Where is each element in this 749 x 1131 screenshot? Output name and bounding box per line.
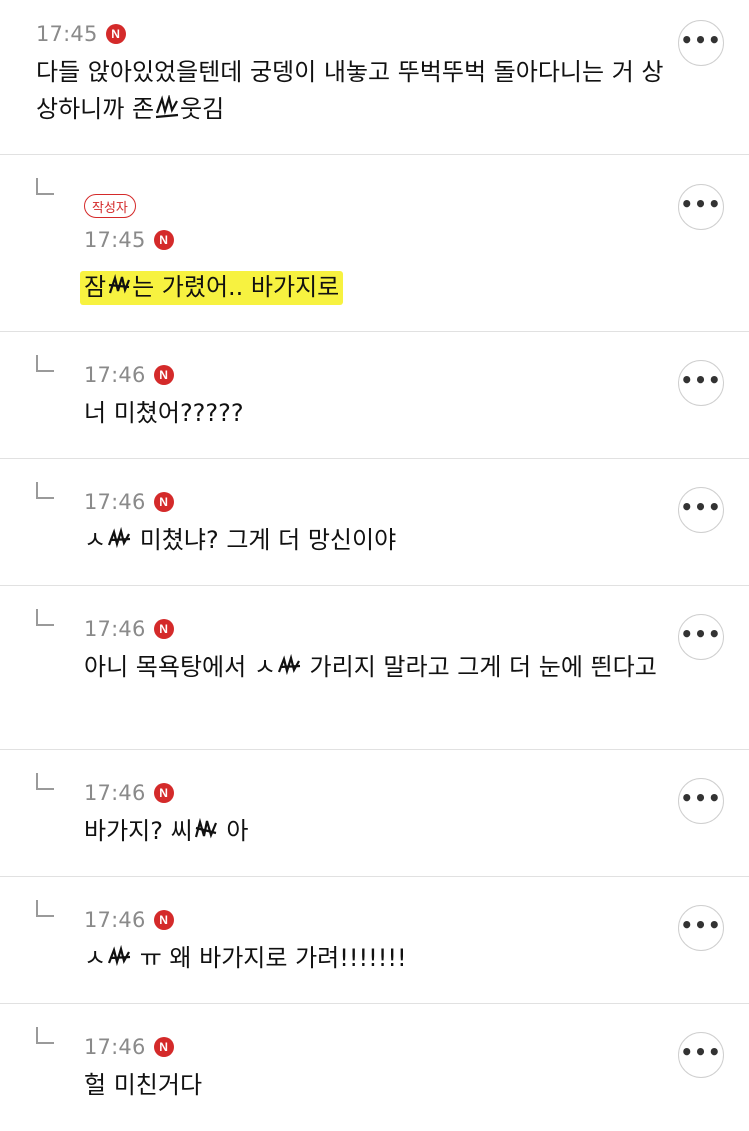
comment-text: 너 미쳤어????? [84,399,244,427]
comment-meta: 17:46 N [84,617,174,641]
censor-scribble-icon [155,95,179,119]
new-badge: N [153,783,174,803]
comment-text: 잠는 가렸어.. 바가지로 [80,269,660,306]
reply-arrow-icon [36,773,54,790]
comment-text: 다들 앉아있었을텐데 궁뎅이 내놓고 뚜벅뚜벅 돌아다니는 거 상상하니까 존웃… [36,58,664,123]
new-badge: N [153,910,174,930]
comment-time: 17:45 [36,22,98,46]
comment-time: 17:45 [84,228,146,252]
reply-arrow-icon [36,900,54,917]
comment-meta: 17:45 N [84,228,174,252]
reply-item: 17:46 N 바가지? 씨 아 ••• [0,750,749,877]
new-badge: N [105,24,126,44]
comment-text: 아니 목욕탕에서 ㅅ 가리지 말라고 그게 더 눈에 띈다고 [84,653,657,681]
comment-text: ㅅ ㅠ 왜 바가지로 가려!!!!!!! [84,944,407,972]
censor-scribble-icon [108,273,131,294]
new-badge: N [153,492,174,512]
comment-meta: 17:45 N [36,22,126,46]
comment-text: ㅅ 미쳤냐? 그게 더 망신이야 [84,526,397,554]
comment-meta: 17:46 N [84,363,174,387]
comment-time: 17:46 [84,908,146,932]
reply-item: 작성자 17:45 N 잠는 가렸어.. 바가지로 ••• [0,155,749,332]
more-options-button[interactable]: ••• [678,614,724,660]
comment-time: 17:46 [84,1035,146,1059]
more-options-button[interactable]: ••• [678,905,724,951]
author-badge: 작성자 [84,194,136,218]
reply-arrow-icon [36,355,54,372]
more-options-button[interactable]: ••• [678,487,724,533]
censor-scribble-icon [277,653,300,676]
reply-arrow-icon [36,482,54,499]
reply-item: 17:46 N ㅅ 미쳤냐? 그게 더 망신이야 ••• [0,459,749,586]
comment-time: 17:46 [84,490,146,514]
reply-arrow-icon [36,178,54,195]
more-options-button[interactable]: ••• [678,20,724,66]
reply-item: 17:46 N ㅅ ㅠ 왜 바가지로 가려!!!!!!! ••• [0,877,749,1004]
comment-time: 17:46 [84,781,146,805]
comment-meta: 17:46 N [84,490,174,514]
more-options-button[interactable]: ••• [678,360,724,406]
new-badge: N [153,365,174,385]
comment-time: 17:46 [84,363,146,387]
reply-item: 17:46 N 헐 미친거다 ••• [0,1004,749,1131]
reply-item: 17:46 N 너 미쳤어????? ••• [0,332,749,459]
comment-meta: 17:46 N [84,1035,174,1059]
new-badge: N [153,619,174,639]
more-options-button[interactable]: ••• [678,184,724,230]
censor-scribble-icon [108,944,131,967]
comment-meta: 17:46 N [84,781,174,805]
comment-text: 헐 미친거다 [84,1071,203,1099]
censor-scribble-icon [108,526,131,549]
comment-time: 17:46 [84,617,146,641]
more-options-button[interactable]: ••• [678,1032,724,1078]
censor-scribble-icon [194,817,217,839]
reply-arrow-icon [36,609,54,626]
reply-arrow-icon [36,1027,54,1044]
more-options-button[interactable]: ••• [678,778,724,824]
new-badge: N [153,230,174,250]
reply-item: 17:46 N 아니 목욕탕에서 ㅅ 가리지 말라고 그게 더 눈에 띈다고 •… [0,586,749,750]
comment-text: 바가지? 씨 아 [84,817,249,845]
new-badge: N [153,1037,174,1057]
comment-meta: 17:46 N [84,908,174,932]
comment-item: 17:45 N 다들 앉아있었을텐데 궁뎅이 내놓고 뚜벅뚜벅 돌아다니는 거 … [0,0,749,155]
